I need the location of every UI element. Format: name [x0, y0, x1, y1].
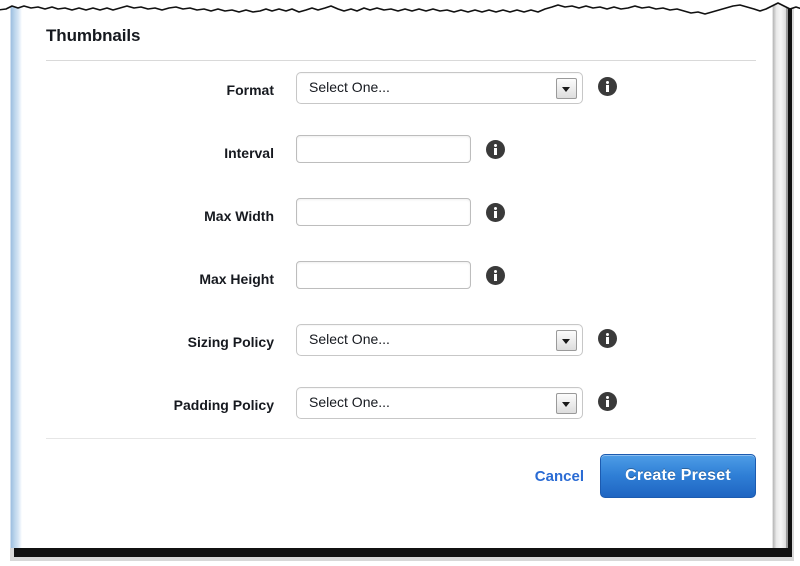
interval-input[interactable]	[296, 135, 471, 163]
format-select[interactable]: Select One...	[296, 72, 583, 104]
chevron-down-icon[interactable]	[556, 330, 577, 351]
label-interval: Interval	[224, 145, 274, 161]
label-format: Format	[226, 82, 274, 98]
form-content: Thumbnails Format Select One... Interval…	[38, 18, 762, 548]
field-format: Select One...	[296, 72, 583, 104]
create-preset-button[interactable]: Create Preset	[600, 454, 756, 498]
info-icon-padding-policy[interactable]	[598, 392, 617, 411]
thumbnails-form: Format Select One... Interval Max Width …	[38, 64, 768, 442]
label-max-width: Max Width	[204, 208, 274, 224]
browser-window: Thumbnails Format Select One... Interval…	[8, 4, 788, 548]
field-max-width	[296, 198, 471, 226]
padding-policy-select[interactable]: Select One...	[296, 387, 583, 419]
info-icon-max-width[interactable]	[486, 203, 505, 222]
sizing-policy-select[interactable]: Select One...	[296, 324, 583, 356]
form-actions: Cancel Create Preset	[38, 454, 756, 514]
sizing-policy-select-value: Select One...	[309, 331, 390, 347]
form-row-padding-policy: Padding Policy Select One...	[38, 379, 768, 442]
field-max-height	[296, 261, 471, 289]
label-padding-policy: Padding Policy	[173, 397, 274, 413]
info-icon-interval[interactable]	[486, 140, 505, 159]
page-title: Thumbnails	[46, 26, 141, 45]
title-divider	[46, 60, 756, 61]
max-width-input[interactable]	[296, 198, 471, 226]
field-padding-policy: Select One...	[296, 387, 583, 419]
max-height-input[interactable]	[296, 261, 471, 289]
screenshot-canvas: Thumbnails Format Select One... Interval…	[0, 0, 800, 566]
info-icon-format[interactable]	[598, 77, 617, 96]
form-row-max-width: Max Width	[38, 190, 768, 253]
chevron-down-icon[interactable]	[556, 393, 577, 414]
form-row-sizing-policy: Sizing Policy Select One...	[38, 316, 768, 379]
cancel-button[interactable]: Cancel	[535, 468, 584, 485]
info-icon-max-height[interactable]	[486, 266, 505, 285]
chevron-down-icon[interactable]	[556, 78, 577, 99]
label-max-height: Max Height	[199, 271, 274, 287]
padding-policy-select-value: Select One...	[309, 394, 390, 410]
field-interval	[296, 135, 471, 163]
label-sizing-policy: Sizing Policy	[187, 334, 274, 350]
format-select-value: Select One...	[309, 79, 390, 95]
vertical-scrollbar[interactable]	[772, 4, 788, 548]
left-chrome-strip	[8, 4, 22, 548]
field-sizing-policy: Select One...	[296, 324, 583, 356]
form-row-interval: Interval	[38, 127, 768, 190]
info-icon-sizing-policy[interactable]	[598, 329, 617, 348]
form-row-max-height: Max Height	[38, 253, 768, 316]
scrollbar-edge	[786, 4, 788, 548]
form-row-format: Format Select One...	[38, 64, 768, 127]
footer-divider	[46, 438, 756, 439]
